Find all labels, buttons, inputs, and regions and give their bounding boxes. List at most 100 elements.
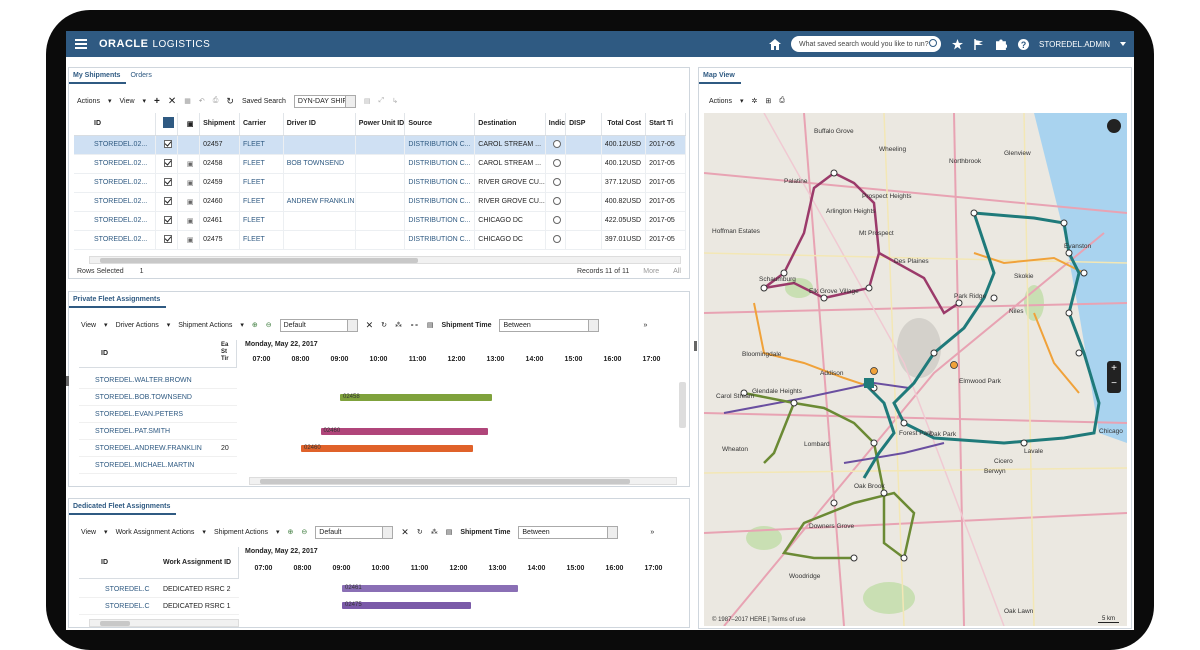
view-menu[interactable]: View <box>81 529 96 536</box>
work-assignment-actions-menu[interactable]: Work Assignment Actions <box>116 529 195 536</box>
delete-icon[interactable]: ✕ <box>168 96 176 107</box>
document-icon[interactable]: ▣ <box>187 161 194 168</box>
id-column-header[interactable]: ID <box>101 559 108 566</box>
gantt-bar[interactable]: 02475 <box>342 602 471 609</box>
map-zoom-control[interactable]: + − <box>1107 361 1121 393</box>
shipment-id-cell[interactable]: STOREDEL.02... <box>74 135 157 155</box>
chevron-down-icon[interactable] <box>1120 38 1126 50</box>
more-link[interactable]: More <box>643 268 659 275</box>
row-doc-cell[interactable]: ▣ <box>177 211 201 231</box>
driver-name[interactable]: STOREDEL.BOB.TOWNSEND <box>95 394 192 401</box>
detach-icon[interactable]: ↳ <box>392 97 398 105</box>
all-link[interactable]: All <box>673 268 681 275</box>
driver-cell[interactable] <box>283 135 356 155</box>
row-checkbox-cell[interactable] <box>155 135 179 155</box>
shipment-id-cell[interactable]: STOREDEL.02... <box>74 230 157 250</box>
source-cell[interactable]: DISTRIBUTION C... <box>404 192 476 212</box>
chevron-down-icon[interactable]: ▾ <box>167 321 171 329</box>
driver-row[interactable]: STOREDEL.MICHAEL.MARTIN <box>79 457 237 474</box>
carrier-cell[interactable]: FLEET <box>239 230 284 250</box>
layers-icon[interactable] <box>1107 119 1121 133</box>
shipment-time-select[interactable]: Between <box>499 318 600 332</box>
chevron-down-icon[interactable] <box>588 319 599 331</box>
indicator-cell[interactable] <box>545 230 567 250</box>
col-header-carrier[interactable]: Carrier <box>239 113 284 136</box>
col-header-shipment[interactable]: Shipment <box>199 113 240 136</box>
view-menu[interactable]: View <box>81 322 96 329</box>
zoom-out-icon[interactable]: ⊖ <box>266 321 272 329</box>
assign-icon[interactable]: ⁂ <box>431 528 438 536</box>
col-header-power-unit[interactable]: Power Unit ID <box>355 113 406 136</box>
layout-select[interactable]: Default <box>279 318 358 332</box>
export-icon[interactable]: ▤ <box>364 97 371 105</box>
chevron-down-icon[interactable]: ▾ <box>240 321 244 329</box>
gantt-bar[interactable]: 02461 <box>342 585 518 592</box>
overflow-icon[interactable]: » <box>650 529 654 536</box>
refresh-icon[interactable]: ↻ <box>381 321 387 329</box>
print-icon[interactable]: ⎙ <box>213 97 219 105</box>
carrier-cell[interactable]: FLEET <box>239 135 284 155</box>
col-header-start-time[interactable]: Start Ti <box>645 113 686 136</box>
work-assignment-id[interactable]: STOREDEL.C <box>79 586 163 593</box>
refresh-icon[interactable]: ↻ <box>417 528 423 536</box>
document-icon[interactable]: ▣ <box>187 218 194 225</box>
zoom-in-icon[interactable]: ⊕ <box>252 321 258 329</box>
indicator-radio[interactable] <box>552 215 561 224</box>
source-cell[interactable]: DISTRIBUTION C... <box>404 230 476 250</box>
indicator-cell[interactable] <box>545 173 567 193</box>
gantt-vscroll[interactable] <box>679 382 686 428</box>
chevron-down-icon[interactable]: ▾ <box>104 321 108 329</box>
driver-row[interactable]: STOREDEL.WALTER.BROWN <box>79 372 237 389</box>
row-doc-cell[interactable]: ▣ <box>177 154 201 174</box>
indicator-radio[interactable] <box>552 196 561 205</box>
indicator-radio[interactable] <box>552 139 561 148</box>
indicator-cell[interactable] <box>545 211 567 231</box>
map-print-icon[interactable]: ⎙ <box>779 97 785 105</box>
driver-row[interactable]: STOREDEL.ANDREW.FRANKLIN 20 <box>79 440 237 457</box>
col-header-source[interactable]: Source <box>404 113 476 136</box>
driver-row[interactable]: STOREDEL.PAT.SMITH <box>79 423 237 440</box>
source-cell[interactable]: DISTRIBUTION C... <box>404 173 476 193</box>
gantt-bar[interactable]: 02460 <box>301 445 473 452</box>
chevron-down-icon[interactable]: ▾ <box>276 528 280 536</box>
source-cell[interactable]: DISTRIBUTION C... <box>404 154 476 174</box>
zoom-in-button[interactable]: + <box>1107 361 1121 376</box>
carrier-cell[interactable]: FLEET <box>239 192 284 212</box>
add-icon[interactable]: + <box>154 96 160 107</box>
table-row[interactable]: STOREDEL.02... ▣ 02458 FLEET BOB TOWNSEND DIS… <box>74 154 686 174</box>
center-splitter-handle[interactable] <box>694 341 697 351</box>
chevron-down-icon[interactable] <box>346 319 357 331</box>
row-checkbox-cell[interactable] <box>155 230 179 250</box>
shipment-actions-menu[interactable]: Shipment Actions <box>214 529 268 536</box>
col-header-disp[interactable]: DISP <box>565 113 602 136</box>
zoom-out-button[interactable]: − <box>1107 376 1121 391</box>
table-row[interactable]: STOREDEL.02... ▣ 02475 FLEET DISTRIBUTION C.… <box>74 230 686 250</box>
chevron-down-icon[interactable] <box>607 526 618 538</box>
gantt-bar[interactable]: 02460 <box>320 428 489 435</box>
gantt-bar[interactable]: 02458 <box>340 394 493 401</box>
expand-icon[interactable]: ⤢ <box>379 97 385 105</box>
map-layer-icon[interactable]: ⊞ <box>765 97 771 105</box>
undo-icon[interactable]: ↶ <box>199 97 205 105</box>
indicator-radio[interactable] <box>552 158 561 167</box>
refresh-icon[interactable]: ↻ <box>226 96 234 107</box>
driver-name[interactable]: STOREDEL.WALTER.BROWN <box>95 377 192 384</box>
unassign-icon[interactable]: ∘∘ <box>410 321 419 329</box>
shipment-id-cell[interactable]: STOREDEL.02... <box>74 154 157 174</box>
shipment-id-cell[interactable]: STOREDEL.02... <box>74 173 157 193</box>
driver-cell[interactable]: ANDREW FRANKLIN <box>283 192 356 212</box>
close-icon[interactable]: ✕ <box>366 320 374 331</box>
driver-row[interactable]: STOREDEL.EVAN.PETERS <box>79 406 237 423</box>
row-doc-cell[interactable]: ▣ <box>177 173 201 193</box>
table-row[interactable]: STOREDEL.02... ▣ 02461 FLEET DISTRIBUTION C.… <box>74 211 686 231</box>
document-icon[interactable]: ▣ <box>187 199 194 206</box>
search-icon[interactable] <box>929 39 938 47</box>
table-row[interactable]: STOREDEL.02... ▣ 02460 FLEET ANDREW FRANKLIN… <box>74 192 686 212</box>
driver-name[interactable]: STOREDEL.EVAN.PETERS <box>95 411 183 418</box>
zoom-out-icon[interactable]: ⊖ <box>301 528 307 536</box>
table-row[interactable]: STOREDEL.02... ▣ 02459 FLEET DISTRIBUTION C.… <box>74 173 686 193</box>
work-assignment-id[interactable]: STOREDEL.C <box>79 603 163 610</box>
chevron-down-icon[interactable]: ▾ <box>143 97 147 105</box>
zoom-in-icon[interactable]: ⊕ <box>288 528 294 536</box>
list-icon[interactable]: ▤ <box>446 528 453 536</box>
